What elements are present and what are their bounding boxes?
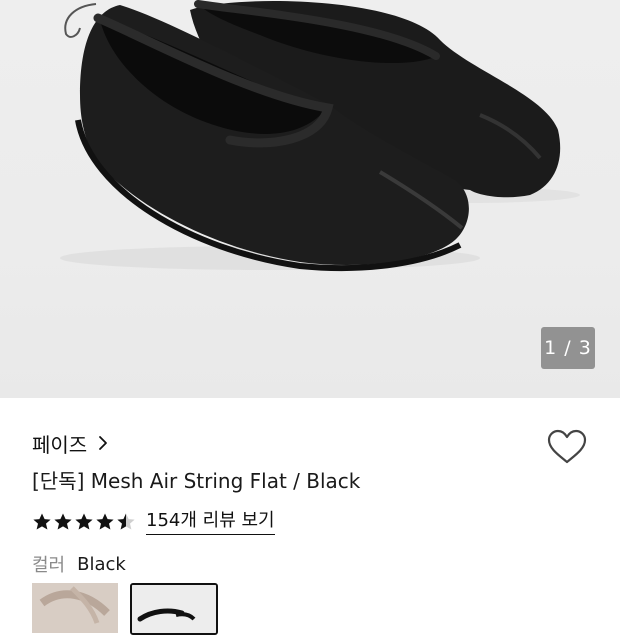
beige-shoe-thumbnail-image bbox=[32, 583, 118, 633]
product-photo bbox=[60, 0, 580, 272]
rating-row: 154개 리뷰 보기 bbox=[32, 508, 275, 536]
image-counter: 1 / 3 bbox=[541, 327, 595, 369]
review-link[interactable]: 154개 리뷰 보기 bbox=[146, 510, 275, 535]
color-value: Black bbox=[77, 553, 126, 575]
color-thumbnail-beige[interactable] bbox=[32, 583, 118, 633]
brand-name: 페이즈 bbox=[32, 432, 88, 457]
product-image-gallery[interactable]: 1 / 3 bbox=[0, 0, 620, 398]
black-shoe-thumbnail-image bbox=[132, 585, 216, 633]
color-option-row: 컬러 Black bbox=[32, 551, 126, 577]
chevron-right-icon bbox=[99, 436, 108, 450]
color-thumbnail-black[interactable] bbox=[130, 583, 218, 635]
color-label: 컬러 bbox=[32, 555, 66, 576]
star-icon bbox=[54, 513, 72, 530]
brand-link[interactable]: 페이즈 bbox=[32, 428, 109, 458]
star-rating bbox=[32, 512, 136, 532]
heart-outline-icon[interactable] bbox=[546, 428, 588, 466]
star-icon bbox=[96, 513, 114, 530]
star-icon bbox=[33, 513, 51, 530]
product-title: [단독] Mesh Air String Flat / Black bbox=[32, 469, 361, 493]
star-half-icon bbox=[117, 513, 135, 530]
star-icon bbox=[75, 513, 93, 530]
